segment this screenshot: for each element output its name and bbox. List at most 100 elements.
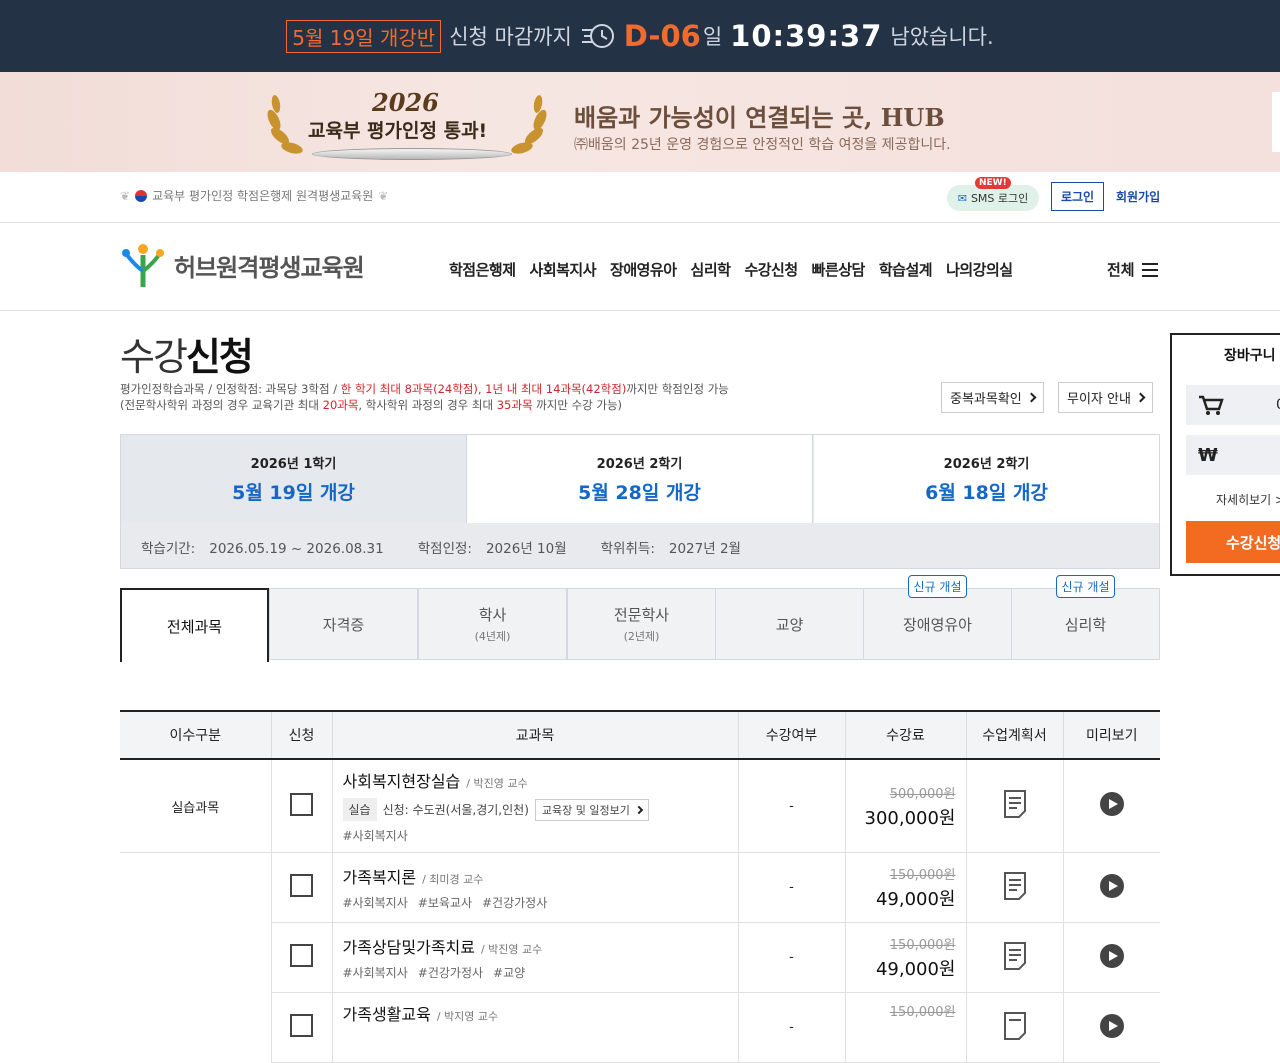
site-logo[interactable]: 허브원격평생교육원 xyxy=(120,241,365,289)
tab-certificate[interactable]: 자격증 xyxy=(269,588,418,660)
cart-title: 장바구니 xyxy=(1224,348,1276,364)
play-icon[interactable] xyxy=(1099,943,1124,968)
title-bold: 신청 xyxy=(185,335,254,379)
promo-banner[interactable]: 2026 교육부 평가인정 통과! 배움과 가능성이 연결되는 곳, HUB ㈜… xyxy=(0,72,1280,172)
course-group-empty xyxy=(120,853,271,923)
title-light: 수강 xyxy=(120,335,188,379)
syllabus-icon[interactable] xyxy=(1003,790,1027,818)
column-header: 교과목 xyxy=(331,710,738,760)
cart-count: 0 xyxy=(1276,397,1280,413)
signup-link[interactable]: 회원가입 xyxy=(1116,188,1160,205)
course-tag: #교양 xyxy=(493,966,526,980)
cart-count-row: 0 xyxy=(1186,385,1280,425)
chevron-right-icon xyxy=(1135,392,1146,403)
preview-cell xyxy=(1062,992,1160,1063)
apply-button[interactable]: 수강신청 xyxy=(1186,521,1280,563)
nav-item-special-child[interactable]: 장애영유아 xyxy=(610,259,677,280)
course-tags: #사회복지사 xyxy=(343,827,728,844)
gnb-menu: 학점은행제 사회복지사 장애영유아 심리학 수강신청 빠른상담 학습설계 나의강… xyxy=(449,259,1027,280)
nav-item-plan[interactable]: 학습설계 xyxy=(879,259,933,280)
original-price: 150,000원 xyxy=(889,868,956,883)
tab-associate[interactable]: 전문학사 (2년제) xyxy=(567,588,716,660)
course-checkbox[interactable] xyxy=(290,944,313,967)
table-row: 가족생활교육 / 박지영 교수 - 150,000원 xyxy=(120,992,1160,1063)
course-table: 이수구분 신청 교과목 수강여부 수강료 수업계획서 미리보기 실습과목 사회복… xyxy=(120,710,1160,1063)
semester-option-2[interactable]: 2026년 2학기 5월 28일 개강 xyxy=(467,435,813,523)
tab-sublabel: (2년제) xyxy=(623,630,660,643)
course-cell: 가족생활교육 / 박지영 교수 xyxy=(331,992,738,1063)
course-name[interactable]: 가족생활교육 xyxy=(343,1005,431,1024)
semester-open-date: 6월 18일 개강 xyxy=(925,482,1048,504)
tab-label: 장애영유아 xyxy=(902,615,972,634)
semester-term: 2026년 1학기 xyxy=(250,457,337,472)
degree-date: 학위취득: 2027년 2월 xyxy=(600,541,741,557)
play-icon[interactable] xyxy=(1099,1013,1124,1038)
tab-psychology[interactable]: 신규 개설 심리학 xyxy=(1011,575,1160,660)
play-icon[interactable] xyxy=(1099,792,1124,816)
nav-item-enroll[interactable]: 수강신청 xyxy=(744,259,798,280)
table-row: 가족복지론 / 최미경 교수 #사회복지사 #보육교사 #건강가정사 - 150,00… xyxy=(120,852,1160,923)
notice-text: 평가인정학습과목 / 인정학점: 과목당 3학점 / xyxy=(120,382,341,396)
utility-bar: ❦ 교육부 평가인정 학점은행제 원격평생교육원 ❦ ✉ SMS 로그인 NEW… xyxy=(0,172,1280,223)
preview-cell xyxy=(1062,759,1160,853)
hamburger-icon xyxy=(1141,262,1158,277)
schedule-button[interactable]: 교육장 및 일정보기 xyxy=(534,798,649,821)
course-cell: 가족상담및가족치료 / 박진영 교수 #사회복지사 #건강가정사 #교양 xyxy=(331,922,738,993)
nav-item-psychology[interactable]: 심리학 xyxy=(691,259,731,280)
table-row: 가족상담및가족치료 / 박진영 교수 #사회복지사 #건강가정사 #교양 - 150,… xyxy=(120,922,1160,993)
course-checkbox[interactable] xyxy=(290,1014,313,1037)
table-header: 이수구분 신청 교과목 수강여부 수강료 수업계획서 미리보기 xyxy=(120,710,1160,760)
nav-item-social-worker[interactable]: 사회복지사 xyxy=(530,259,597,280)
original-price: 150,000원 xyxy=(889,1005,956,1020)
semester-selector: 2026년 1학기 5월 19일 개강 2026년 2학기 5월 28일 개강 … xyxy=(120,434,1160,569)
tab-bachelor[interactable]: 학사 (4년제) xyxy=(418,588,567,660)
syllabus-icon[interactable] xyxy=(1003,1011,1027,1040)
tab-label: 학사 xyxy=(478,606,507,624)
tab-liberal-arts[interactable]: 교양 xyxy=(715,588,864,660)
syllabus-cell xyxy=(965,992,1063,1063)
column-header: 미리보기 xyxy=(1062,710,1160,760)
preview-cell xyxy=(1062,852,1160,923)
notice-text: (전문학사학위 과정의 경우 교육기관 최대 xyxy=(120,398,323,412)
interest-free-label: 무이자 안내 xyxy=(1067,392,1131,407)
interest-free-button[interactable]: 무이자 안내 xyxy=(1058,382,1153,413)
semester-term: 2026년 2학기 xyxy=(943,457,1030,472)
syllabus-cell xyxy=(965,922,1063,993)
page-title: 수강신청 xyxy=(120,326,254,381)
tab-special-child[interactable]: 신규 개설 장애영유아 xyxy=(863,575,1012,660)
won-icon: ₩ xyxy=(1198,444,1218,466)
course-checkbox[interactable] xyxy=(290,792,313,816)
course-name[interactable]: 가족상담및가족치료 xyxy=(343,938,475,957)
semester-option-1[interactable]: 2026년 1학기 5월 19일 개강 xyxy=(121,435,467,523)
professor-name: / 박진영 교수 xyxy=(466,777,528,790)
korea-flag-icon xyxy=(135,189,148,202)
price-cell: 150,000원 49,000원 xyxy=(844,852,966,923)
new-course-badge: 신규 개설 xyxy=(907,575,968,598)
nav-item-credit-bank[interactable]: 학점은행제 xyxy=(449,259,516,280)
login-button[interactable]: 로그인 xyxy=(1051,182,1104,211)
deadline-text: 신청 마감까지 xyxy=(449,25,572,49)
coin-graphic xyxy=(312,148,512,160)
course-checkbox[interactable] xyxy=(290,874,313,897)
duplicate-check-button[interactable]: 중복과목확인 xyxy=(941,382,1044,413)
tab-all-courses[interactable]: 전체과목 xyxy=(120,588,269,662)
nav-item-consult[interactable]: 빠른상담 xyxy=(812,259,866,280)
countdown-bar: 5월 19일 개강반 신청 마감까지 D-06 일 10:39:37 남았습니다… xyxy=(0,0,1280,72)
banner-pass: 교육부 평가인정 통과! xyxy=(308,120,488,142)
course-name[interactable]: 사회복지현장실습 xyxy=(343,772,461,791)
semester-option-3[interactable]: 2026년 2학기 6월 18일 개강 xyxy=(814,435,1159,523)
semester-open-date: 5월 28일 개강 xyxy=(578,482,701,504)
syllabus-icon[interactable] xyxy=(1003,871,1027,900)
syllabus-icon[interactable] xyxy=(1003,941,1027,970)
category-tabs: 전체과목 자격증 학사 (4년제) 전문학사 (2년제) 교양 신규 개설 장애… xyxy=(120,575,1160,662)
play-icon[interactable] xyxy=(1099,873,1124,898)
sale-price: 49,000원 xyxy=(875,889,956,910)
course-name[interactable]: 가족복지론 xyxy=(343,868,417,887)
original-price: 500,000원 xyxy=(889,786,956,802)
timer-icon xyxy=(581,24,614,48)
course-group-empty xyxy=(120,923,271,993)
nav-item-my-class[interactable]: 나의강의실 xyxy=(946,259,1013,280)
cart-detail-link[interactable]: 자세히보기 > xyxy=(1216,491,1280,508)
all-menu-button[interactable]: 전체 xyxy=(1107,259,1158,280)
banner-headline: 배움과 가능성이 연결되는 곳, HUB xyxy=(574,103,945,132)
